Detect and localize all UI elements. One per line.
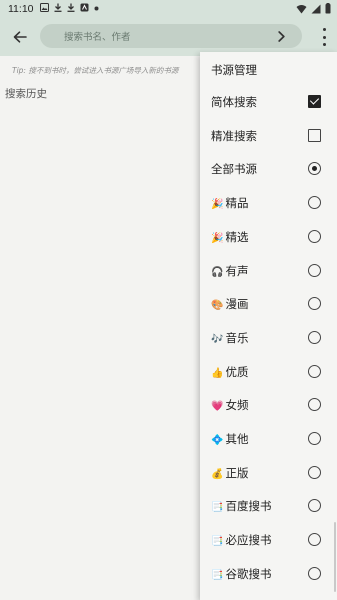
menu-item-emoji-icon: 🎉 xyxy=(211,232,224,244)
menu-item-text: 必应搜书 xyxy=(225,533,272,548)
menu-item[interactable]: 精准搜索 xyxy=(200,119,337,153)
menu-item-text: 谷歌搜书 xyxy=(225,566,272,581)
menu-item-text: 女频 xyxy=(225,398,249,413)
menu-item-text: 精品 xyxy=(225,196,249,211)
source-menu: 书源管理 简体搜索 精准搜索 全部书源 🎉 精品 🎉 精选 🎧 有声 🎨 漫画 🎶 音乐 👍 优质 💗 女频 💠 其… xyxy=(200,52,337,600)
menu-item[interactable]: 📑 必应搜书 xyxy=(200,523,337,557)
search-submit-button[interactable] xyxy=(274,28,288,44)
radio-unselected[interactable] xyxy=(308,398,321,412)
dot-icon xyxy=(94,4,99,14)
checkbox-unchecked[interactable] xyxy=(308,128,321,142)
search-history-label: 搜索历史 xyxy=(5,88,47,100)
more-dot-icon xyxy=(322,35,326,39)
menu-item[interactable]: 💗 女频 xyxy=(200,388,337,422)
search-input[interactable]: 搜索书名、作者 xyxy=(40,24,302,48)
more-options-button[interactable] xyxy=(319,28,329,46)
menu-item-emoji-icon: 🎉 xyxy=(211,199,224,211)
status-bar: 11:10 xyxy=(0,0,337,18)
radio-unselected[interactable] xyxy=(308,364,321,378)
menu-item-text: 其他 xyxy=(225,432,249,446)
image-icon xyxy=(39,3,49,15)
menu-item-text: 简体搜索 xyxy=(211,95,257,109)
back-button[interactable] xyxy=(10,27,30,47)
menu-item[interactable]: 🎉 精选 xyxy=(200,220,337,254)
search-toolbar: 搜索书名、作者 xyxy=(0,18,337,56)
checkbox-checked[interactable] xyxy=(308,95,321,108)
menu-item[interactable]: 📑 谷歌搜书 xyxy=(200,557,337,591)
more-dot-icon xyxy=(322,28,326,31)
radio-unselected[interactable] xyxy=(308,465,321,479)
radio-unselected[interactable] xyxy=(308,566,321,580)
menu-item-label: 🎨 漫画 xyxy=(211,296,248,312)
download-icon xyxy=(54,3,62,15)
search-tip: Tip: 搜不到书时，尝试进入书源广场导入新的书源 xyxy=(12,66,179,75)
menu-item[interactable]: 🎉 精品 xyxy=(200,186,337,220)
menu-item-label: 💗 女频 xyxy=(211,397,248,413)
menu-item-label: 全部书源 xyxy=(211,161,257,177)
menu-item[interactable]: 👍 优质 xyxy=(200,355,337,389)
menu-item-label: 简体搜索 xyxy=(211,94,257,110)
menu-item-label: 🎧 有声 xyxy=(211,263,248,279)
radio-unselected[interactable] xyxy=(308,499,321,513)
more-dot-icon xyxy=(322,43,326,46)
menu-item[interactable]: 📑 百度搜书 xyxy=(200,489,337,523)
signal-icon xyxy=(311,4,321,17)
download-icon xyxy=(67,3,75,15)
menu-item-emoji-icon: 🎨 xyxy=(211,300,224,312)
menu-item[interactable]: 简体搜索 xyxy=(200,85,337,119)
menu-item-text: 优质 xyxy=(225,364,249,379)
menu-item-label: 💰 正版 xyxy=(211,465,248,481)
radio-unselected[interactable] xyxy=(308,330,321,344)
menu-item[interactable]: 🎧 有声 xyxy=(200,254,337,288)
menu-item-label: 精准搜索 xyxy=(211,128,257,144)
menu-item-label: 📑 谷歌搜书 xyxy=(211,566,271,582)
menu-item-text: 全部书源 xyxy=(211,162,257,177)
app-icon xyxy=(80,3,89,15)
menu-item-emoji-icon: 📑 xyxy=(211,569,224,581)
menu-item-label: 🎉 精选 xyxy=(211,229,248,245)
chevron-right-icon xyxy=(277,30,285,42)
radio-unselected[interactable] xyxy=(308,533,321,547)
arrow-left-icon xyxy=(13,31,27,43)
menu-item[interactable]: 🎶 音乐 xyxy=(200,321,337,355)
menu-item[interactable]: 💰 正版 xyxy=(200,456,337,490)
menu-item-label: 🎶 音乐 xyxy=(211,330,248,346)
radio-unselected[interactable] xyxy=(308,297,321,311)
menu-item-label: 💠 其他 xyxy=(211,431,248,447)
menu-item-label: 📑 必应搜书 xyxy=(211,532,271,548)
menu-scrollbar[interactable] xyxy=(334,522,336,592)
menu-item-label: 📑 百度搜书 xyxy=(211,498,271,514)
radio-unselected[interactable] xyxy=(308,263,321,277)
wifi-icon xyxy=(296,4,307,17)
menu-item-emoji-icon: 📑 xyxy=(211,502,224,514)
menu-item[interactable]: 全部书源 xyxy=(200,152,337,186)
menu-item-text: 精准搜索 xyxy=(211,128,257,143)
battery-icon xyxy=(325,3,331,17)
status-time: 11:10 xyxy=(8,3,34,15)
menu-item-text: 正版 xyxy=(225,465,249,480)
menu-item-emoji-icon: 📑 xyxy=(211,536,224,548)
menu-item-emoji-icon: 🎶 xyxy=(211,333,224,345)
menu-item[interactable]: 💠 其他 xyxy=(200,422,337,456)
menu-item-emoji-icon: 💰 xyxy=(211,468,224,480)
menu-item-emoji-icon: 🎧 xyxy=(211,266,224,278)
menu-item-emoji-icon: 💗 xyxy=(211,401,224,413)
radio-unselected[interactable] xyxy=(308,432,321,445)
menu-item-emoji-icon: 💠 xyxy=(211,435,224,446)
menu-item-text: 漫画 xyxy=(225,297,249,312)
menu-item-text: 有声 xyxy=(225,263,249,278)
radio-unselected[interactable] xyxy=(308,196,321,210)
search-placeholder: 搜索书名、作者 xyxy=(64,32,131,43)
menu-title: 书源管理 xyxy=(211,63,257,77)
menu-item-label: 🎉 精品 xyxy=(211,195,248,211)
menu-item-text: 精选 xyxy=(225,229,249,244)
menu-item-label: 👍 优质 xyxy=(211,364,248,380)
menu-item-text: 百度搜书 xyxy=(225,499,272,514)
radio-unselected[interactable] xyxy=(308,229,321,243)
menu-item-emoji-icon: 👍 xyxy=(211,367,224,379)
radio-selected[interactable] xyxy=(308,162,321,176)
menu-item-text: 音乐 xyxy=(225,330,249,345)
menu-item[interactable]: 🎨 漫画 xyxy=(200,287,337,321)
